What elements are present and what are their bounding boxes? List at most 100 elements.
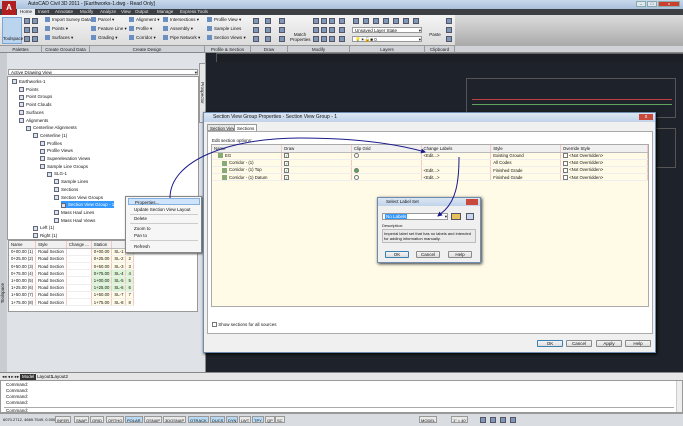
toggle-tpy[interactable]: TPY [252,416,264,423]
table-row[interactable]: 0+25.00 (2) Road Section 0+25.00 SL-2 2 [9,255,134,264]
section-row[interactable]: EG ✓ <Edit...> Existing Ground <Not Overrid… [212,152,649,160]
draw-checkbox[interactable]: ✓ [284,175,290,181]
ok-button[interactable]: OK [385,251,409,258]
stretch-icon[interactable] [313,36,319,42]
layer-icon[interactable] [413,18,419,24]
lock-icon[interactable] [500,417,506,423]
column-header[interactable]: Override Style [560,145,649,153]
profile-view-button[interactable]: Profile View ▾ [207,17,241,23]
toggle-qp[interactable]: QP [265,416,275,423]
minimize-button[interactable]: – [636,1,646,7]
layer-icon[interactable] [373,18,379,24]
mirror-icon[interactable] [321,27,327,33]
menu-item-refresh[interactable]: Refresh [128,243,200,250]
dialog-close-button[interactable]: x [639,114,653,120]
copy-base-icon[interactable] [446,36,452,42]
tree-node[interactable]: Profile Views [40,147,73,154]
offset-icon[interactable] [339,36,345,42]
copy-icon[interactable] [446,27,452,33]
column-header[interactable] [111,241,127,249]
column-header[interactable]: Style [35,241,67,249]
ok-button[interactable]: OK [537,340,563,347]
column-header[interactable]: Change ... [66,241,92,249]
clip-grid-radio[interactable] [353,153,359,159]
change-labels-cell[interactable] [421,159,492,168]
tree-node[interactable]: Sample Lines [54,178,88,185]
table-row[interactable]: 0+75.00 (4) Road Section 0+75.00 SL-4 4 [9,269,134,278]
assembly-button[interactable]: Assembly ▾ [163,26,193,32]
tree-node[interactable]: Surfaces [19,109,44,116]
menu-item-delete[interactable]: Delete [128,215,200,222]
toolspace-title-strip[interactable]: Toolspace [0,53,7,372]
draw-checkbox[interactable]: ✓ [284,160,290,166]
arc-icon[interactable] [265,18,271,24]
tree-node[interactable]: Mass Haul Lines [54,209,94,216]
annotation-visibility-icon[interactable] [480,417,486,423]
column-header[interactable]: Draw [281,145,352,153]
change-labels-cell[interactable]: <Edit...> [421,152,492,160]
tree-node[interactable]: Sample Line Groups [40,163,88,170]
show-all-sources-checkbox[interactable]: Show sections for all sources [212,322,277,328]
close-button[interactable]: x [658,1,680,7]
match-properties-button[interactable]: Match Properties [290,17,311,44]
override-checkbox[interactable] [562,167,568,173]
explode-icon[interactable] [339,27,345,33]
layer-icon[interactable] [403,18,409,24]
toggle-grid[interactable]: GRID [90,416,104,423]
help-button[interactable]: Help [448,251,472,258]
panel-create-design[interactable]: Create Design [90,46,205,53]
surfaces-button[interactable]: Surfaces ▾ [45,35,73,41]
toggle-dyn[interactable]: DYN [226,416,239,423]
layer-icon[interactable] [393,18,399,24]
tree-node[interactable]: Section View Groups [54,194,103,201]
table-row[interactable]: 1+25.00 (6) Road Section 1+25.00 SL-6 6 [9,284,134,292]
tab-sections[interactable]: Sections [234,124,258,131]
model-space-button[interactable]: MODEL [419,416,438,423]
tree-node[interactable]: Earthworks-1 [12,78,46,85]
spline-icon[interactable] [253,36,259,42]
tree-node[interactable]: Mass Haul Views [54,217,95,224]
profile-button[interactable]: Profile ▾ [129,26,152,32]
checkbox[interactable] [212,322,217,328]
current-layer-dropdown[interactable]: 💡☀🔓■ 0 ▾ [352,36,422,42]
section-row[interactable]: Corridor - (1) Datum ✓ <Edit...> Finished G… [212,173,649,182]
hatch-icon[interactable] [279,36,285,42]
column-header[interactable]: Station [91,241,113,249]
column-header[interactable]: Change Labels [421,145,492,153]
tree-node[interactable]: Point Clouds [19,101,52,108]
toolspace-button[interactable]: Toolspace [2,17,23,44]
toggle-snap[interactable]: SNAP [74,416,89,423]
pick-from-drawing-icon[interactable] [466,213,474,220]
draw-checkbox[interactable]: ✓ [284,167,290,173]
grading-button[interactable]: Grading ▾ [91,35,118,41]
trim-icon[interactable] [329,18,335,24]
palette-icon[interactable] [32,36,38,42]
toggle-3dosnap[interactable]: 3DOSNAP [163,416,187,423]
maximize-button[interactable]: □ [647,1,657,7]
cancel-button[interactable]: Cancel [416,251,440,258]
section-views-button[interactable]: Section Views ▾ [207,35,246,41]
rotate-icon[interactable] [321,18,327,24]
cut-icon[interactable] [446,18,452,24]
layer-state-dropdown[interactable]: Unsaved Layer State ▾ [352,27,422,33]
sample-lines-button[interactable]: Sample Lines [207,26,241,32]
pipe-network-button[interactable]: Pipe Network ▾ [163,35,200,41]
table-row[interactable]: 0+50.00 (3) Road Section 0+50.00 SL-3 3 [9,262,134,271]
column-header[interactable]: Name [212,145,283,153]
panel-create-ground-data[interactable]: Create Ground Data [42,46,90,53]
tree-node[interactable]: Profiles [40,140,62,147]
command-scrollbar[interactable] [676,381,682,412]
import-survey-data-button[interactable]: Import Survey Data [45,17,91,23]
tree-node[interactable]: Centerline Alignments [26,124,77,131]
toggle-lwt[interactable]: LWT [239,416,252,423]
intersections-button[interactable]: Intersections ▾ [163,17,199,23]
copy-icon[interactable] [313,27,319,33]
tree-node[interactable]: Point Groups [19,93,52,100]
override-checkbox[interactable] [562,175,568,181]
tree-node[interactable]: Centerline (1) [33,132,67,139]
annotation-scale[interactable]: 1" = 40' [451,416,469,423]
array-icon[interactable] [329,36,335,42]
toggle-sc[interactable]: SC [275,416,285,423]
alignment-button[interactable]: Alignment ▾ [129,17,160,23]
panel-modify[interactable]: Modify [288,46,350,53]
